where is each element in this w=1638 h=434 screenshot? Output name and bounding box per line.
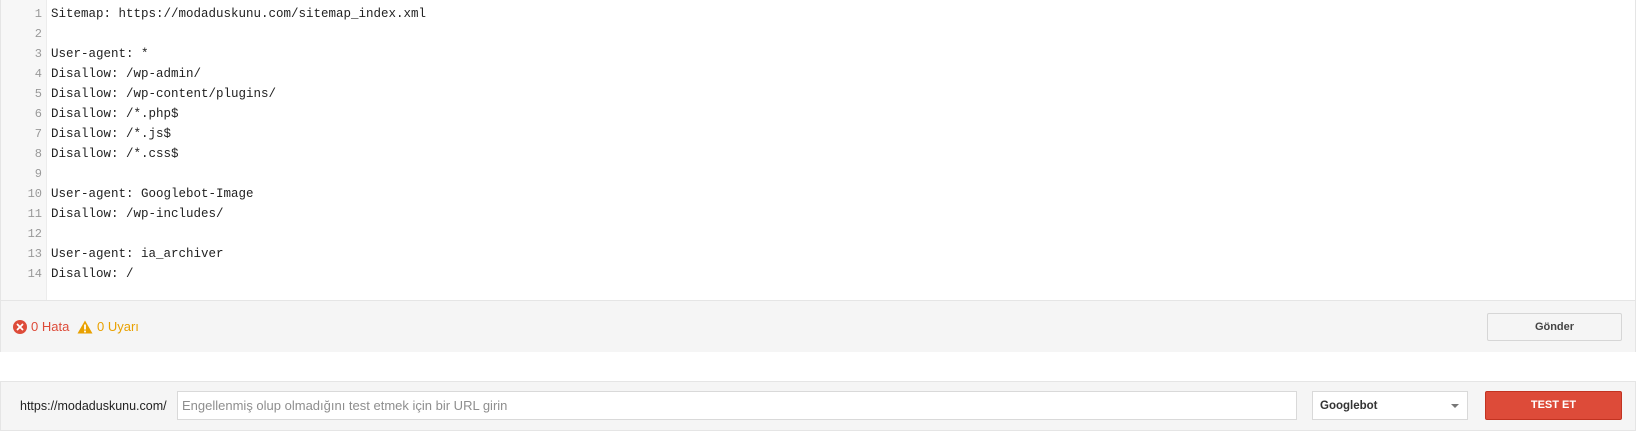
line-text: User-agent: Googlebot-Image <box>51 187 254 201</box>
robots-txt-editor[interactable]: 1 Sitemap: https://modaduskunu.com/sitema… <box>1 0 1635 300</box>
editor-line[interactable]: 5 Disallow: /wp-content/plugins/ <box>1 84 1635 104</box>
line-text: Disallow: /*.php$ <box>51 107 179 121</box>
line-number: 8 <box>34 147 42 161</box>
line-number: 4 <box>34 67 42 81</box>
url-tester-bar: https://modaduskunu.com/ Googlebot TEST … <box>0 381 1636 431</box>
line-number: 1 <box>34 7 42 21</box>
editor-line[interactable]: 3 User-agent: * <box>1 44 1635 64</box>
line-text: Disallow: /wp-content/plugins/ <box>51 87 277 101</box>
line-number: 7 <box>34 127 42 141</box>
warning-count-label: 0 Uyarı <box>97 319 139 334</box>
line-number: 14 <box>27 267 42 281</box>
test-button[interactable]: TEST ET <box>1485 391 1622 420</box>
warning-count: 0 Uyarı <box>77 319 139 335</box>
dropdown-caret-icon <box>1451 404 1459 408</box>
line-number: 13 <box>27 247 42 261</box>
editor-line[interactable]: 7 Disallow: /*.js$ <box>1 124 1635 144</box>
robots-txt-editor-panel: 1 Sitemap: https://modaduskunu.com/sitema… <box>0 0 1636 352</box>
editor-line[interactable]: 9 <box>1 164 1635 184</box>
line-number: 10 <box>27 187 42 201</box>
line-number: 6 <box>34 107 42 121</box>
line-text: Sitemap: https://modaduskunu.com/sitemap… <box>51 7 427 21</box>
user-agent-select[interactable]: Googlebot <box>1312 391 1468 420</box>
line-number: 11 <box>27 207 42 221</box>
url-prefix: https://modaduskunu.com/ <box>20 399 167 413</box>
editor-line[interactable]: 13 User-agent: ia_archiver <box>1 244 1635 264</box>
line-text: Disallow: /wp-includes/ <box>51 207 224 221</box>
line-number: 5 <box>34 87 42 101</box>
line-text: User-agent: * <box>51 47 149 61</box>
editor-line[interactable]: 4 Disallow: /wp-admin/ <box>1 64 1635 84</box>
editor-line[interactable]: 2 <box>1 24 1635 44</box>
line-text: User-agent: ia_archiver <box>51 247 224 261</box>
editor-line[interactable]: 6 Disallow: /*.php$ <box>1 104 1635 124</box>
line-text: Disallow: /wp-admin/ <box>51 67 202 81</box>
line-number: 9 <box>34 167 42 181</box>
error-circle-icon <box>13 320 27 334</box>
line-number: 2 <box>34 27 42 41</box>
line-text: Disallow: / <box>51 267 134 281</box>
editor-status-bar: 0 Hata 0 Uyarı Gönder <box>1 300 1635 352</box>
editor-line[interactable]: 1 Sitemap: https://modaduskunu.com/sitema… <box>1 4 1635 24</box>
warning-triangle-icon <box>77 320 93 334</box>
editor-line[interactable]: 14 Disallow: / <box>1 264 1635 284</box>
editor-line[interactable]: 11 Disallow: /wp-includes/ <box>1 204 1635 224</box>
error-count: 0 Hata <box>13 319 69 335</box>
editor-line[interactable]: 12 <box>1 224 1635 244</box>
error-count-label: 0 Hata <box>31 319 70 334</box>
line-text: Disallow: /*.js$ <box>51 127 172 141</box>
line-number: 12 <box>27 227 42 241</box>
user-agent-select-value: Googlebot <box>1320 400 1378 412</box>
line-text: Disallow: /*.css$ <box>51 147 179 161</box>
test-url-input[interactable] <box>177 391 1297 420</box>
submit-button[interactable]: Gönder <box>1487 313 1622 341</box>
line-number: 3 <box>34 47 42 61</box>
editor-line[interactable]: 8 Disallow: /*.css$ <box>1 144 1635 164</box>
editor-line[interactable]: 10 User-agent: Googlebot-Image <box>1 184 1635 204</box>
editor-lines: 1 Sitemap: https://modaduskunu.com/sitema… <box>1 4 1635 284</box>
